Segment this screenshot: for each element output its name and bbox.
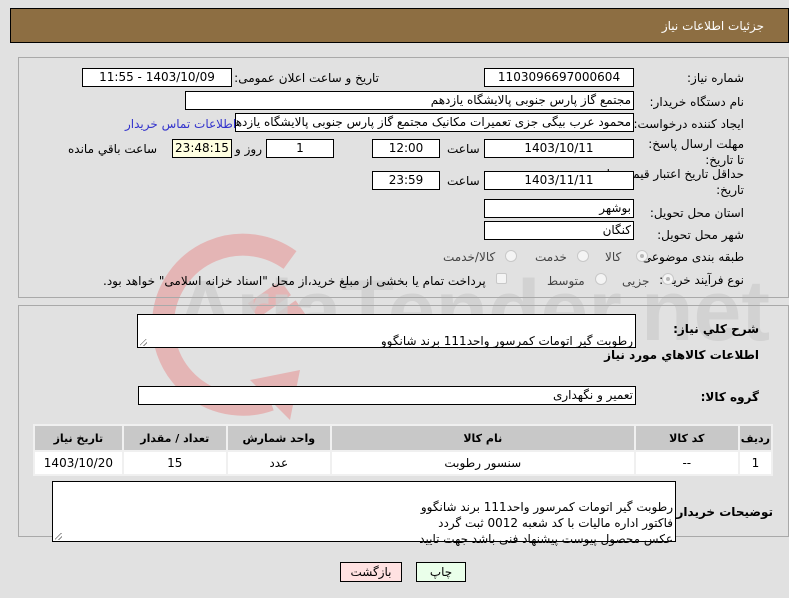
items-table-header: ردیف کد کالا نام کالا واحد شمارش تعداد /… (35, 426, 771, 450)
creator-label: ایجاد کننده درخواست: (633, 117, 744, 131)
purchase-option-minor: جزیی (622, 274, 650, 288)
cell-date: 1403/10/20 (35, 452, 122, 474)
category-radio-goods-service[interactable] (505, 250, 517, 262)
price-time-label: ساعت (447, 174, 480, 188)
purchase-option-medium: متوسط (547, 274, 585, 288)
category-option-goods: کالا (605, 250, 622, 264)
price-date-field[interactable]: 1403/11/11 (484, 171, 634, 190)
remaining-time-field: 23:48:15 (172, 139, 232, 158)
summary-text: رطوبت گیر اتومات کمرسور واحد111 برند شان… (380, 334, 633, 348)
back-button[interactable]: بازگشت (340, 562, 402, 582)
reply-date-field[interactable]: 1403/10/11 (484, 139, 634, 158)
need-number-field[interactable]: 1103096697000604 (484, 68, 634, 87)
cell-row: 1 (739, 452, 771, 474)
col-code: کد کالا (635, 426, 738, 450)
resize-grip-icon[interactable] (140, 339, 147, 346)
buyer-notes-label: توضیحات خریدار: (671, 505, 773, 519)
announce-field[interactable]: 1403/10/09 - 11:55 (82, 68, 232, 87)
buyer-notes-text: رطوبت گیر اتومات کمرسور واحد111 برند شان… (419, 500, 673, 546)
col-row: ردیف (739, 426, 771, 450)
purchase-radio-medium[interactable] (595, 273, 607, 285)
summary-label: شرح کلي نياز: (673, 322, 759, 336)
buyer-org-label: نام دستگاه خریدار: (649, 95, 745, 109)
table-row: 1 -- سنسور رطوبت عدد 15 1403/10/20 (35, 452, 771, 474)
col-qty: تعداد / مقدار (123, 426, 226, 450)
treasury-note: پرداخت تمام یا بخشی از مبلغ خرید،از محل … (103, 274, 486, 288)
category-option-goods-service: کالا/خدمت (443, 250, 496, 264)
province-field[interactable]: بوشهر (484, 199, 634, 218)
col-date: تاریخ نیاز (35, 426, 122, 450)
remaining-label: ساعت باقي مانده (68, 142, 158, 156)
page-title: جزئیات اطلاعات نیاز (661, 19, 764, 33)
page-header: جزئیات اطلاعات نیاز (10, 8, 789, 43)
category-option-service: خدمت (535, 250, 567, 264)
purchase-radio-minor[interactable] (662, 273, 674, 285)
col-unit: واحد شمارش (227, 426, 330, 450)
days-field[interactable]: 1 (266, 139, 334, 158)
resize-grip-icon[interactable] (55, 533, 62, 540)
days-label: روز و (235, 142, 262, 156)
group-label: گروه کالا: (700, 390, 759, 404)
category-radio-goods[interactable] (636, 250, 648, 262)
province-label: استان محل تحویل: (649, 206, 744, 220)
category-radio-service[interactable] (577, 250, 589, 262)
print-button[interactable]: چاپ (416, 562, 466, 582)
buyer-org-field[interactable]: مجتمع گاز پارس جنوبی پالایشگاه یازدهم (185, 91, 634, 110)
announce-label: تاریخ و ساعت اعلان عمومی: (234, 71, 379, 85)
need-number-label: شماره نیاز: (687, 71, 744, 85)
price-time-field[interactable]: 23:59 (372, 171, 440, 190)
city-label: شهر محل تحویل: (657, 228, 744, 242)
cell-qty: 15 (123, 452, 226, 474)
reply-deadline-label: مهلت ارسال پاسخ: تا تاریخ: (648, 137, 744, 167)
city-field[interactable]: کنگان (484, 221, 634, 240)
buyer-contact-link[interactable]: اطلاعات تماس خریدار (125, 117, 236, 131)
buyer-notes-textarea[interactable]: رطوبت گیر اتومات کمرسور واحد111 برند شان… (52, 481, 676, 546)
treasury-checkbox[interactable] (496, 273, 507, 284)
cell-unit: عدد (227, 452, 330, 474)
items-heading: اطلاعات کالاهاي مورد نياز (604, 348, 759, 362)
reply-time-field[interactable]: 12:00 (372, 139, 440, 158)
category-label: طبقه بندی موضوعی: (637, 250, 744, 264)
col-name: نام کالا (331, 426, 634, 450)
summary-textarea[interactable]: رطوبت گیر اتومات کمرسور واحد111 برند شان… (137, 314, 636, 348)
cell-code: -- (635, 452, 738, 474)
cell-name: سنسور رطوبت (331, 452, 634, 474)
creator-field[interactable]: محمود عرب بیگی جزی تعمیرات مکانیک مجتمع … (235, 113, 634, 132)
reply-time-label: ساعت (447, 142, 480, 156)
items-table: ردیف کد کالا نام کالا واحد شمارش تعداد /… (33, 424, 773, 476)
group-field[interactable]: تعمیر و نگهداری (138, 386, 636, 405)
